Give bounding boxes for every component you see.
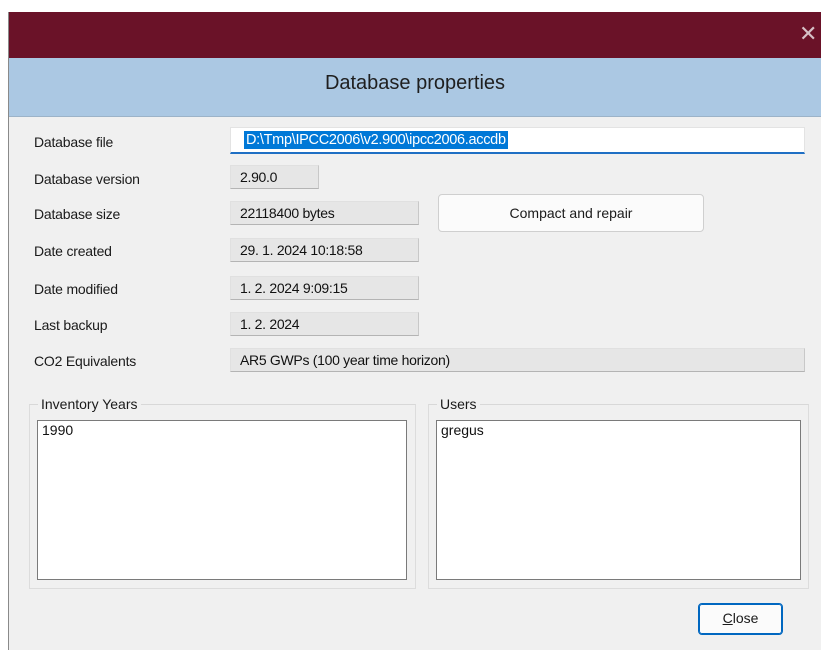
- database-version-field[interactable]: 2.90.0: [230, 165, 319, 189]
- inventory-years-group: Inventory Years 1990: [29, 395, 416, 589]
- users-group: Users gregus: [428, 395, 809, 589]
- database-file-label: Database file: [34, 134, 114, 150]
- close-button-mnemonic: C: [722, 610, 733, 626]
- users-list[interactable]: gregus: [436, 420, 801, 580]
- database-properties-dialog: ✕ Database properties Database file D:\T…: [8, 12, 821, 650]
- title-bar: ✕: [9, 12, 821, 58]
- database-size-field[interactable]: 22118400 bytes: [230, 201, 419, 225]
- database-file-field[interactable]: D:\Tmp\IPCC2006\v2.900\ipcc2006.accdb: [230, 127, 805, 154]
- inventory-years-list[interactable]: 1990: [37, 420, 407, 580]
- date-created-label: Date created: [34, 243, 112, 259]
- header-band: Database properties: [9, 58, 821, 117]
- list-item[interactable]: gregus: [441, 421, 484, 439]
- dialog-title: Database properties: [324, 72, 506, 94]
- list-item[interactable]: 1990: [42, 421, 73, 439]
- date-modified-label: Date modified: [34, 281, 118, 297]
- close-button-label: lose: [732, 610, 759, 626]
- last-backup-field[interactable]: 1. 2. 2024: [230, 312, 419, 336]
- inventory-years-group-title: Inventory Years: [38, 395, 141, 413]
- co2-equivalents-field[interactable]: AR5 GWPs (100 year time horizon): [230, 348, 805, 372]
- compact-and-repair-button[interactable]: Compact and repair: [438, 194, 704, 232]
- date-modified-field[interactable]: 1. 2. 2024 9:09:15: [230, 276, 419, 300]
- last-backup-label: Last backup: [34, 317, 108, 333]
- database-version-label: Database version: [34, 171, 140, 187]
- date-created-field[interactable]: 29. 1. 2024 10:18:58: [230, 238, 419, 262]
- database-size-label: Database size: [34, 206, 121, 222]
- database-file-value[interactable]: D:\Tmp\IPCC2006\v2.900\ipcc2006.accdb: [244, 131, 508, 149]
- co2-equivalents-label: CO2 Equivalents: [34, 353, 137, 369]
- close-window-icon[interactable]: ✕: [799, 20, 821, 50]
- close-button[interactable]: Close: [698, 603, 783, 635]
- users-group-title: Users: [437, 395, 480, 413]
